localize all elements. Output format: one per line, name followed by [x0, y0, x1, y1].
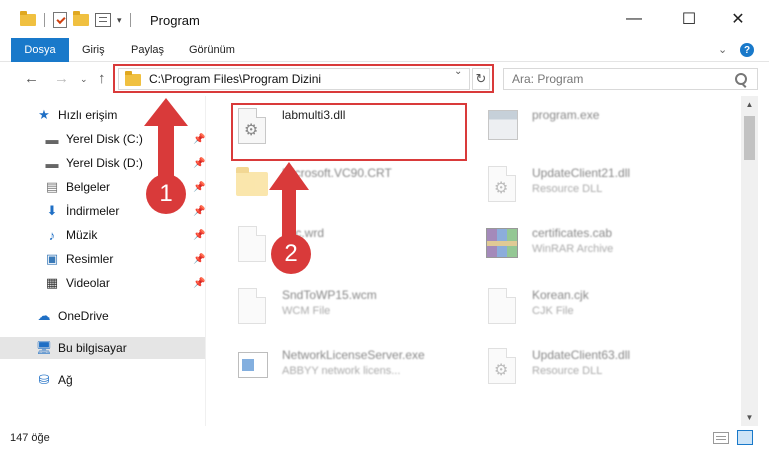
file-item[interactable]: Korean.cjk CJK File [482, 284, 722, 330]
file-name: Korean.cjk [532, 288, 589, 302]
sidebar-item-label: OneDrive [58, 309, 109, 323]
star-icon: ★ [38, 107, 50, 122]
folder-icon [20, 11, 36, 26]
search-placeholder: Ara: Program [512, 72, 584, 86]
sidebar-item-label: Bu bilgisayar [58, 341, 127, 355]
maximize-button[interactable]: ☐ [666, 0, 712, 38]
search-input[interactable]: Ara: Program [503, 68, 758, 90]
file-name: UpdateClient21.dll [532, 166, 631, 180]
window-title: Program [150, 13, 200, 28]
documents-icon: ▤ [45, 179, 59, 194]
scrollbar-thumb[interactable] [744, 116, 755, 160]
drive-icon: ▬ [45, 131, 59, 147]
document-icon [482, 284, 522, 328]
file-item[interactable]: SndToWP15.wcm WCM File [232, 284, 472, 330]
file-item[interactable]: program.exe [482, 104, 722, 150]
file-type: WinRAR Archive [532, 243, 614, 255]
file-type: WCM File [282, 305, 331, 317]
divider [44, 13, 45, 27]
network-icon: ⛁ [38, 372, 50, 387]
file-type: Resource DLL [532, 183, 603, 195]
divider [129, 13, 131, 27]
videos-icon: ▦ [45, 275, 59, 290]
music-icon: ♪ [48, 227, 56, 243]
chevron-down-icon[interactable]: ▾ [117, 15, 122, 26]
file-type: ABBYY network licens... [282, 365, 401, 377]
large-icons-view-icon[interactable] [737, 430, 753, 445]
ribbon-tabs: Dosya Giriş Paylaş Görünüm ⌄ ? [0, 38, 769, 62]
file-item[interactable]: ⚙ UpdateClient63.dll Resource DLL [482, 344, 722, 390]
new-folder-icon[interactable] [73, 11, 89, 26]
status-bar: 147 öğe [0, 426, 769, 465]
dll-gear-icon: ⚙ [482, 344, 522, 388]
recent-locations-icon[interactable]: ⌄ [80, 74, 88, 85]
vertical-scrollbar[interactable]: ▲ ▼ [741, 96, 758, 426]
sidebar-item-label: Resimler [66, 252, 114, 266]
sidebar-item-label: Ağ [58, 373, 73, 387]
download-icon: ⬇ [46, 203, 58, 218]
step-1-badge: 1 [146, 174, 186, 214]
sidebar-item-label: Videolar [66, 276, 110, 290]
file-highlight [231, 103, 467, 161]
file-name: program.exe [532, 108, 600, 122]
tab-file[interactable]: Dosya [11, 38, 69, 62]
pin-icon[interactable]: 📌 [193, 278, 205, 289]
quick-access-toolbar: ▾ [20, 11, 133, 28]
step-2-badge: 2 [271, 234, 311, 274]
sidebar-item-label: Müzik [66, 228, 98, 242]
file-name: NetworkLicenseServer.exe [282, 348, 425, 362]
sidebar-item-network[interactable]: ⛁ Ağ [0, 369, 205, 391]
sidebar-item-label: İndirmeler [66, 204, 120, 218]
sidebar-item-music[interactable]: ♪ Müzik 📌 [0, 224, 206, 246]
pin-icon[interactable]: 📌 [193, 254, 205, 265]
item-count: 147 öğe [10, 432, 50, 444]
tab-home[interactable]: Giriş [82, 38, 105, 62]
address-row: ← → ⌄ ↑ C:\Program Files\Program Dizini … [0, 62, 769, 96]
properties-icon[interactable] [53, 12, 67, 28]
customize-icon[interactable] [95, 13, 111, 27]
sidebar-item-label: Hızlı erişim [58, 108, 118, 122]
expand-ribbon-icon[interactable]: ⌄ [718, 43, 727, 56]
file-item[interactable]: NetworkLicenseServer.exe ABBYY network li… [232, 344, 472, 390]
details-view-icon[interactable] [713, 432, 729, 444]
title-bar: ▾ Program — ☐ ✕ [0, 0, 769, 38]
file-item[interactable]: ⚙ UpdateClient21.dll Resource DLL [482, 162, 722, 208]
sidebar-item-pictures[interactable]: ▣ Resimler 📌 [0, 248, 206, 270]
address-highlight [113, 64, 494, 93]
file-item[interactable]: certificates.cab WinRAR Archive [482, 222, 722, 268]
computer-icon: 🖥 [35, 340, 53, 355]
back-arrow-icon[interactable]: ← [24, 70, 39, 87]
search-icon [735, 73, 747, 85]
drive-icon: ▬ [45, 155, 59, 171]
scroll-up-icon[interactable]: ▲ [741, 96, 758, 113]
sidebar-item-label: Belgeler [66, 180, 111, 194]
app-icon [232, 344, 272, 388]
close-button[interactable]: ✕ [715, 0, 761, 38]
sidebar-item-this-pc[interactable]: 🖥 Bu bilgisayar [0, 337, 205, 359]
tab-view[interactable]: Görünüm [189, 38, 235, 62]
pin-icon[interactable]: 📌 [193, 206, 205, 217]
archive-icon [482, 222, 522, 266]
sidebar-item-onedrive[interactable]: ☁ OneDrive [0, 305, 205, 327]
forward-arrow-icon[interactable]: → [54, 70, 69, 87]
pictures-icon: ▣ [45, 251, 59, 266]
up-arrow-icon[interactable]: ↑ [98, 70, 106, 87]
minimize-button[interactable]: — [611, 0, 657, 38]
document-icon [232, 284, 272, 328]
sidebar-item-videos[interactable]: ▦ Videolar 📌 [0, 272, 206, 294]
cloud-icon: ☁ [37, 308, 51, 323]
pin-icon[interactable]: 📌 [193, 230, 205, 241]
file-type: Resource DLL [532, 365, 603, 377]
file-name: certificates.cab [532, 226, 613, 240]
dll-gear-icon: ⚙ [482, 162, 522, 206]
file-type: CJK File [532, 305, 574, 317]
help-icon[interactable]: ? [740, 43, 754, 57]
tab-share[interactable]: Paylaş [131, 38, 164, 62]
file-name: UpdateClient63.dll [532, 348, 631, 362]
file-name: SndToWP15.wcm [282, 288, 377, 302]
app-icon [482, 104, 522, 148]
scroll-down-icon[interactable]: ▼ [741, 409, 758, 426]
